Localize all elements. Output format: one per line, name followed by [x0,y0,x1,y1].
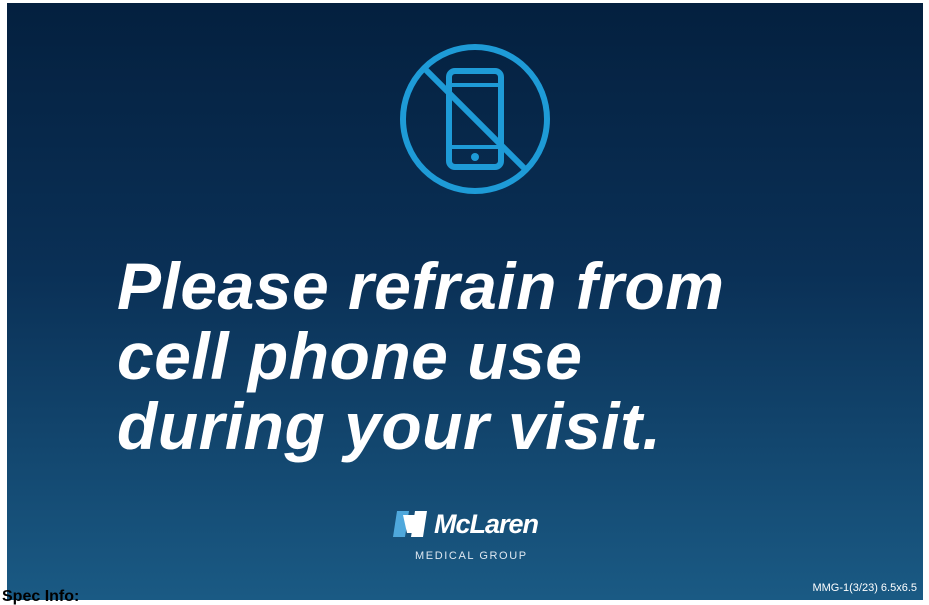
mclaren-m-logo-icon [393,511,427,537]
logo-subtitle: MEDICAL GROUP [415,550,528,562]
logo-name: McLaren [434,509,539,539]
headline-line-2: cell phone use [117,319,583,393]
headline: Please refrain from cell phone use durin… [117,251,837,461]
no-cell-phone-icon [400,44,550,194]
headline-line-3: during your visit. [117,389,662,463]
spec-info-label: Spec Info: [2,588,80,605]
headline-line-1: Please refrain from [117,249,725,323]
page: Please refrain from cell phone use durin… [0,0,929,605]
sign-panel: Please refrain from cell phone use durin… [7,3,923,600]
mclaren-logo: McLaren MEDICAL GROUP [385,507,575,567]
spec-code: MMG-1(3/23) 6.5x6.5 [812,582,917,594]
